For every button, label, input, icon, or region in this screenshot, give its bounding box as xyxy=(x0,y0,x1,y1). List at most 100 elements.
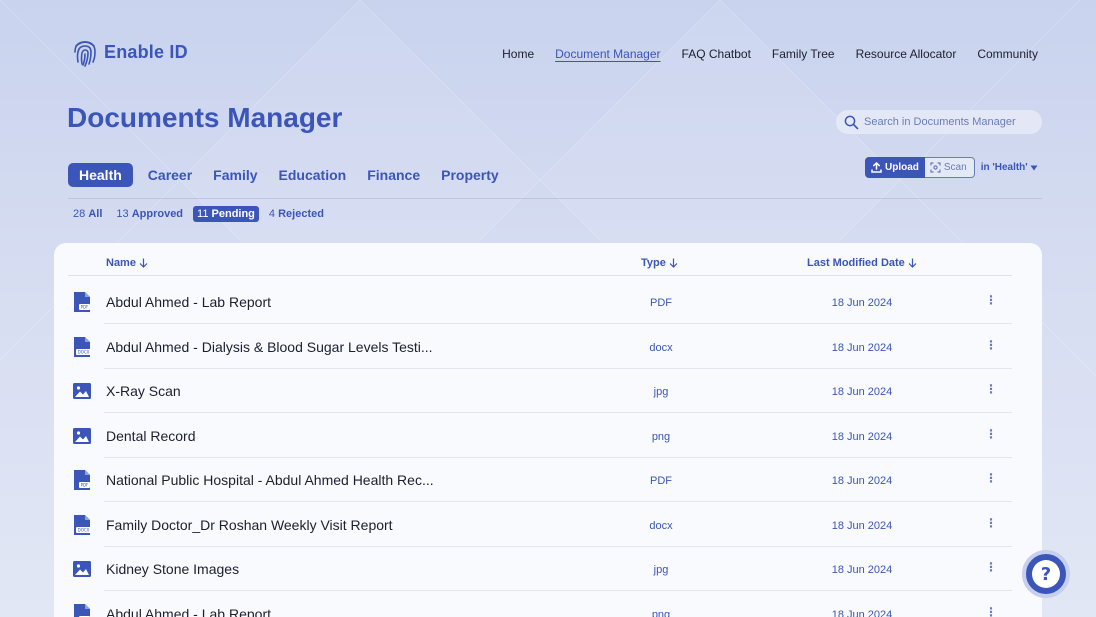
tab-family[interactable]: Family xyxy=(203,163,267,187)
filter-count: 11 xyxy=(197,208,209,220)
scan-icon xyxy=(930,162,941,173)
more-options-icon[interactable]: ⋮ xyxy=(984,514,998,532)
main-nav: Home Document Manager FAQ Chatbot Family… xyxy=(502,47,1038,61)
more-options-icon[interactable]: ⋮ xyxy=(984,558,998,576)
document-name[interactable]: National Public Hospital - Abdul Ahmed H… xyxy=(106,472,434,488)
tab-education[interactable]: Education xyxy=(269,163,357,187)
table-row[interactable]: Dental Record png 18 Jun 2024 ⋮ xyxy=(68,413,1012,458)
document-name[interactable]: Abdul Ahmed - Lab Report xyxy=(106,606,271,617)
filter-label: Rejected xyxy=(278,208,324,220)
document-date: 18 Jun 2024 xyxy=(831,386,893,398)
documents-table: Name Type Last Modified Date PDF Abdul Ah… xyxy=(54,243,1042,617)
svg-text:DOCX: DOCX xyxy=(78,527,90,532)
table-row[interactable]: PDF Abdul Ahmed - Lab Report png 18 Jun 202… xyxy=(68,591,1012,617)
search-input[interactable] xyxy=(864,116,1034,128)
pdf-file-icon: PDF xyxy=(74,470,90,490)
docx-file-icon: DOCX xyxy=(74,336,91,357)
sort-arrow-icon xyxy=(908,258,917,268)
filter-all[interactable]: 28 All xyxy=(73,206,106,222)
tab-health[interactable]: Health xyxy=(68,163,133,187)
nav-family-tree[interactable]: Family Tree xyxy=(772,47,835,61)
filter-count: 28 xyxy=(73,208,86,220)
more-options-icon[interactable]: ⋮ xyxy=(984,291,998,309)
table-row[interactable]: PDF National Public Hospital - Abdul Ahme… xyxy=(68,457,1012,502)
filter-count: 13 xyxy=(116,208,129,220)
document-date: 18 Jun 2024 xyxy=(831,297,893,309)
document-name[interactable]: Family Doctor_Dr Roshan Weekly Visit Rep… xyxy=(106,517,393,533)
table-row[interactable]: DOCX Abdul Ahmed - Dialysis & Blood Sugar… xyxy=(68,324,1012,369)
tab-finance[interactable]: Finance xyxy=(357,163,430,187)
status-filters: 28 All 13 Approved 11 Pending 4 Rejected xyxy=(73,206,334,222)
document-date: 18 Jun 2024 xyxy=(831,475,893,487)
column-header-type[interactable]: Type xyxy=(641,257,678,269)
scan-label: Scan xyxy=(943,162,967,173)
scope-label: in 'Health' xyxy=(980,162,1028,173)
chevron-down-icon xyxy=(1030,165,1038,170)
svg-text:DOCX: DOCX xyxy=(78,349,90,354)
table-header: Name Type Last Modified Date xyxy=(68,255,1012,276)
pdf-file-icon: PDF xyxy=(74,292,90,312)
filter-label: Pending xyxy=(211,208,255,220)
docx-file-icon: DOCX xyxy=(74,514,91,535)
filter-count: 4 xyxy=(268,208,276,220)
search-icon xyxy=(844,115,859,129)
table-row[interactable]: PDF Abdul Ahmed - Lab Report PDF 18 Jun 202… xyxy=(68,279,1012,324)
filter-pending[interactable]: 11 Pending xyxy=(193,206,259,222)
upload-icon xyxy=(871,162,882,173)
column-header-name[interactable]: Name xyxy=(106,257,148,269)
svg-text:PDF: PDF xyxy=(81,483,89,488)
nav-document-manager[interactable]: Document Manager xyxy=(555,47,660,61)
scope-dropdown[interactable]: in 'Health' xyxy=(981,162,1038,173)
document-type: docx xyxy=(649,341,673,354)
search-bar xyxy=(836,110,1042,134)
brand-name: Enable ID xyxy=(104,41,188,62)
filter-approved[interactable]: 13 Approved xyxy=(112,206,187,222)
tab-property[interactable]: Property xyxy=(431,163,509,187)
document-type: PDF xyxy=(650,297,672,309)
document-type: docx xyxy=(649,519,673,532)
nav-faq-chatbot[interactable]: FAQ Chatbot xyxy=(682,47,751,61)
nav-community[interactable]: Community xyxy=(977,47,1038,61)
document-date: 18 Jun 2024 xyxy=(831,564,893,576)
more-options-icon[interactable]: ⋮ xyxy=(984,380,998,398)
document-type: png xyxy=(651,608,671,617)
column-date-label: Last Modified Date xyxy=(807,257,905,269)
more-options-icon[interactable]: ⋮ xyxy=(984,336,998,354)
nav-home[interactable]: Home xyxy=(502,47,534,61)
fingerprint-icon xyxy=(74,41,96,67)
help-chat-button[interactable]: ? xyxy=(1022,550,1070,598)
brand-logo[interactable]: Enable ID xyxy=(72,36,188,68)
image-file-icon xyxy=(73,427,91,444)
table-row[interactable]: Kidney Stone Images jpg 18 Jun 2024 ⋮ xyxy=(68,546,1012,591)
document-name[interactable]: Dental Record xyxy=(106,428,196,444)
document-type: jpg xyxy=(653,564,669,576)
upload-button[interactable]: Upload xyxy=(865,157,925,178)
more-options-icon[interactable]: ⋮ xyxy=(984,603,998,617)
category-tabs: Health Career Family Education Finance P… xyxy=(68,163,510,187)
more-options-icon[interactable]: ⋮ xyxy=(984,425,998,443)
document-type: png xyxy=(651,430,671,443)
table-row[interactable]: X-Ray Scan jpg 18 Jun 2024 ⋮ xyxy=(68,368,1012,413)
pdf-file-icon: PDF xyxy=(74,603,90,617)
document-date: 18 Jun 2024 xyxy=(831,341,893,354)
page-title: Documents Manager xyxy=(67,102,343,133)
filter-rejected[interactable]: 4 Rejected xyxy=(265,206,328,222)
document-date: 18 Jun 2024 xyxy=(831,430,893,443)
column-header-date[interactable]: Last Modified Date xyxy=(807,257,917,269)
table-row[interactable]: DOCX Family Doctor_Dr Roshan Weekly Visit… xyxy=(68,502,1012,547)
document-name[interactable]: Kidney Stone Images xyxy=(106,561,239,577)
sort-arrow-icon xyxy=(139,258,148,268)
document-name[interactable]: Abdul Ahmed - Lab Report xyxy=(106,294,271,310)
svg-text:PDF: PDF xyxy=(81,305,89,310)
document-date: 18 Jun 2024 xyxy=(831,519,893,532)
document-name[interactable]: X-Ray Scan xyxy=(106,383,181,399)
upload-label: Upload xyxy=(885,162,919,173)
tab-career[interactable]: Career xyxy=(138,163,202,187)
scan-button[interactable]: Scan xyxy=(924,157,975,178)
document-name[interactable]: Abdul Ahmed - Dialysis & Blood Sugar Lev… xyxy=(106,339,433,355)
document-date: 18 Jun 2024 xyxy=(831,608,893,617)
question-mark-icon: ? xyxy=(1032,560,1060,588)
nav-resource-allocator[interactable]: Resource Allocator xyxy=(856,47,957,61)
more-options-icon[interactable]: ⋮ xyxy=(984,469,998,487)
column-type-label: Type xyxy=(641,257,666,269)
